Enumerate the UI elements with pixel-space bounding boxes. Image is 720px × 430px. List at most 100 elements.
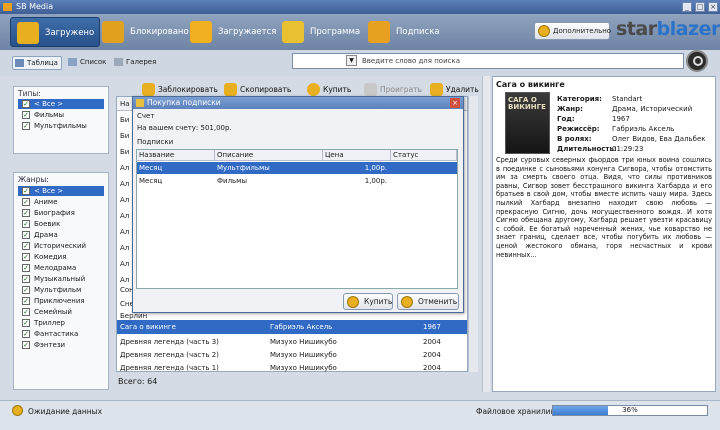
cancel-icon: [401, 296, 413, 308]
program-icon: [282, 21, 304, 43]
tab-blocked[interactable]: Блокировано: [96, 17, 189, 47]
types-list: ✓ < Все > ✓ Фильмы ✓ Мультфильмы: [22, 100, 87, 130]
dialog-cancel-button[interactable]: Отменить: [397, 293, 459, 310]
column-header[interactable]: Цена: [323, 150, 391, 161]
chevron-down-icon[interactable]: ▼: [346, 55, 357, 66]
coin-icon: [347, 296, 359, 308]
top-nav-bar: Загружено Блокировано Загружается Програ…: [0, 14, 720, 50]
genre-checkbox[interactable]: ✓: [22, 341, 30, 349]
view-table-button[interactable]: Таблица: [12, 56, 62, 70]
list-item[interactable]: Древняя легенда (часть 1) Мизухо Нишикуб…: [117, 361, 467, 375]
list-item[interactable]: Древняя легенда (часть 3) Мизухо Нишикуб…: [117, 335, 467, 349]
arrow-down-icon: [190, 21, 212, 43]
genre-checkbox[interactable]: ✓: [22, 209, 30, 217]
tab-subscription[interactable]: Подписка: [362, 17, 452, 47]
poster-image: САГА О ВИКИНГЕ: [505, 92, 550, 154]
genre-checkbox[interactable]: ✓: [22, 220, 30, 228]
list-scrollbar[interactable]: [468, 96, 478, 372]
play-icon: [364, 83, 377, 96]
detail-key: Год:: [557, 115, 575, 123]
table-row-selected[interactable]: Месяц Мультфильмы 1,00р.: [137, 162, 457, 174]
detail-key: Жанр:: [557, 105, 583, 113]
balance-text: На вашем счету: 501,00р.: [137, 124, 232, 132]
detail-value: 01:29:23: [612, 145, 644, 153]
minimize-button[interactable]: _: [682, 2, 692, 12]
detail-value: 1967: [612, 115, 630, 123]
tab-program[interactable]: Программа: [276, 17, 366, 47]
title-bar: SB Media _ □ ×: [0, 0, 720, 14]
genre-checkbox[interactable]: ✓: [22, 319, 30, 327]
lock-icon: [142, 83, 155, 96]
detail-key: В ролях:: [557, 135, 592, 143]
search-button[interactable]: [686, 50, 708, 72]
additional-button[interactable]: Дополнительно: [534, 22, 611, 40]
detail-title: Сага о викинге: [496, 80, 565, 89]
detail-value: Драма, Исторический: [612, 105, 693, 113]
storage-progress: 36%: [552, 405, 708, 416]
list-item-selected[interactable]: Сага о викинге Габриэль Аксель 1967: [117, 320, 467, 334]
splitter[interactable]: [482, 76, 490, 392]
window-title: SB Media: [16, 2, 54, 11]
detail-key: Режиссёр:: [557, 125, 600, 133]
genre-checkbox[interactable]: ✓: [22, 198, 30, 206]
list-icon: [68, 58, 77, 66]
storage-percent: 36%: [622, 406, 638, 414]
download-icon: [17, 22, 39, 44]
view-list-button[interactable]: Список: [66, 56, 110, 70]
subscription-dialog: Покупка подписки × Счет На вашем счету: …: [132, 96, 464, 313]
list-item[interactable]: Древняя легенда (часть 2) Мизухо Нишикуб…: [117, 348, 467, 362]
app-icon: [3, 3, 12, 11]
trash-icon: [430, 83, 443, 96]
genre-checkbox[interactable]: ✓: [22, 187, 30, 195]
waiting-icon: [12, 405, 23, 416]
genre-checkbox[interactable]: ✓: [22, 308, 30, 316]
genres-header: Жанры:: [18, 175, 49, 184]
lock-icon: [102, 21, 124, 43]
genre-checkbox[interactable]: ✓: [22, 242, 30, 250]
genre-checkbox[interactable]: ✓: [22, 297, 30, 305]
subscription-icon: [368, 21, 390, 43]
status-text: Ожидание данных: [28, 407, 103, 416]
detail-key: Категория:: [557, 95, 602, 103]
coin-icon: [307, 83, 320, 96]
view-gallery-button[interactable]: Галерея: [112, 56, 160, 70]
detail-value: Олег Видов, Ева Дальбек: [612, 135, 706, 143]
genre-checkbox[interactable]: ✓: [22, 231, 30, 239]
maximize-button[interactable]: □: [695, 2, 705, 12]
copy-icon: [224, 83, 237, 96]
brand-logo: starblazer: [616, 18, 720, 40]
genre-checkbox[interactable]: ✓: [22, 275, 30, 283]
subscriptions-label: Подписки: [137, 138, 174, 146]
genres-list: ✓ < Все > ✓ Аниме ✓ Биография ✓ Боевик ✓ Драм…: [22, 187, 87, 349]
tab-downloading[interactable]: Загружается: [184, 17, 276, 47]
subscriptions-table: Название Описание Цена Статус Месяц Муль…: [136, 149, 458, 289]
detail-key: Длительность:: [557, 145, 617, 153]
close-window-button[interactable]: ×: [708, 2, 718, 12]
table-row[interactable]: Месяц Фильмы 1,00р.: [137, 175, 457, 187]
list-total: Всего: 64: [118, 377, 158, 386]
genre-checkbox[interactable]: ✓: [22, 330, 30, 338]
table-icon: [15, 59, 24, 67]
detail-description: Среди суровых северных фьордов три юных …: [496, 156, 712, 259]
types-checkbox-films[interactable]: ✓: [22, 111, 30, 119]
detail-value: Standart: [612, 95, 643, 103]
search-placeholder: Введите слово для поиска: [362, 57, 460, 65]
coin-icon: [538, 25, 550, 37]
genre-checkbox[interactable]: ✓: [22, 264, 30, 272]
genre-checkbox[interactable]: ✓: [22, 286, 30, 294]
column-header[interactable]: Описание: [215, 150, 323, 161]
types-checkbox-all[interactable]: ✓: [22, 100, 30, 108]
dialog-icon: [136, 99, 144, 107]
account-label: Счет: [137, 112, 155, 120]
column-header[interactable]: Статус: [391, 150, 457, 161]
dialog-close-button[interactable]: ×: [450, 98, 460, 108]
gallery-icon: [114, 58, 123, 66]
dialog-buy-button[interactable]: Купить: [343, 293, 393, 310]
column-header[interactable]: Название: [137, 150, 215, 161]
tab-downloaded[interactable]: Загружено: [10, 17, 100, 47]
dialog-title-bar: Покупка подписки ×: [133, 97, 463, 109]
detail-value: Габриэль Аксель: [612, 125, 675, 133]
dialog-title: Покупка подписки: [147, 98, 221, 107]
types-checkbox-cartoons[interactable]: ✓: [22, 122, 30, 130]
genre-checkbox[interactable]: ✓: [22, 253, 30, 261]
